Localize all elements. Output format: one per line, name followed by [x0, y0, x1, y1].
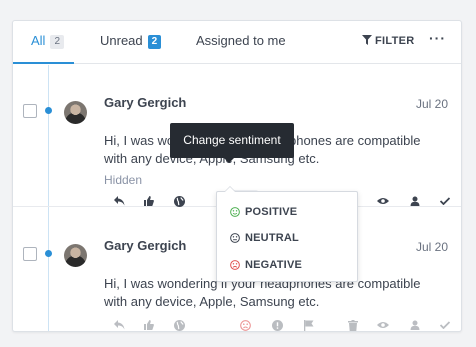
- positive-face-icon: [230, 207, 240, 217]
- tab-all[interactable]: All 2: [13, 21, 75, 64]
- message-actions: [104, 318, 452, 331]
- sentiment-option-label: POSITIVE: [245, 206, 298, 218]
- change-sentiment-tooltip: Change sentiment: [170, 123, 294, 163]
- eye-icon[interactable]: [376, 194, 390, 208]
- filter-label: FILTER: [375, 35, 415, 47]
- eye-icon[interactable]: [376, 318, 390, 331]
- message-date: Jul 20: [415, 97, 448, 111]
- inbox-card: All 2 Unread 2 Assigned to me FILTER ··· G…: [12, 20, 462, 332]
- message-author: Gary Gergich: [104, 95, 187, 110]
- alert-icon[interactable]: [270, 318, 284, 331]
- avatar: [64, 244, 87, 267]
- negative-face-icon: [230, 260, 240, 270]
- message-author: Gary Gergich: [104, 238, 187, 253]
- tab-all-count: 2: [50, 35, 65, 49]
- user-icon[interactable]: [408, 194, 422, 208]
- message-checkbox[interactable]: [23, 247, 37, 261]
- globe-icon[interactable]: [172, 194, 186, 208]
- sentiment-option-neutral[interactable]: NEUTRAL: [230, 229, 299, 247]
- reply-icon[interactable]: [112, 318, 126, 331]
- check-icon[interactable]: [438, 194, 452, 208]
- neutral-face-icon: [230, 233, 240, 243]
- user-icon[interactable]: [408, 318, 422, 331]
- flag-icon[interactable]: [302, 318, 316, 331]
- trash-icon[interactable]: [346, 318, 360, 331]
- more-options-button[interactable]: ···: [429, 21, 446, 55]
- filter-button[interactable]: FILTER: [362, 21, 414, 61]
- tab-unread[interactable]: Unread 2: [100, 21, 162, 63]
- filter-icon: [362, 35, 372, 45]
- avatar: [64, 101, 87, 124]
- hidden-status: Hidden: [104, 173, 143, 187]
- tab-unread-label: Unread: [100, 33, 143, 48]
- globe-icon[interactable]: [172, 318, 186, 331]
- reply-icon[interactable]: [112, 194, 126, 208]
- sentiment-option-negative[interactable]: NEGATIVE: [230, 256, 302, 274]
- sentiment-option-label: NEGATIVE: [245, 259, 303, 271]
- tab-bar: All 2 Unread 2 Assigned to me FILTER ···: [13, 21, 461, 64]
- like-icon[interactable]: [142, 194, 156, 208]
- like-icon[interactable]: [142, 318, 156, 331]
- message-date: Jul 20: [415, 240, 448, 254]
- tab-unread-count: 2: [147, 35, 162, 49]
- sentiment-icon[interactable]: [238, 318, 252, 331]
- sentiment-option-label: NEUTRAL: [245, 232, 299, 244]
- unread-dot: [45, 250, 52, 257]
- tab-all-label: All: [31, 33, 46, 48]
- check-icon[interactable]: [438, 318, 452, 331]
- tab-assigned-to-me[interactable]: Assigned to me: [196, 21, 286, 63]
- sentiment-option-positive[interactable]: POSITIVE: [230, 203, 297, 221]
- sentiment-dropdown: POSITIVE NEUTRAL NEGATIVE: [216, 186, 358, 282]
- tab-assigned-label: Assigned to me: [196, 33, 286, 48]
- unread-dot: [45, 107, 52, 114]
- message-checkbox[interactable]: [23, 104, 37, 118]
